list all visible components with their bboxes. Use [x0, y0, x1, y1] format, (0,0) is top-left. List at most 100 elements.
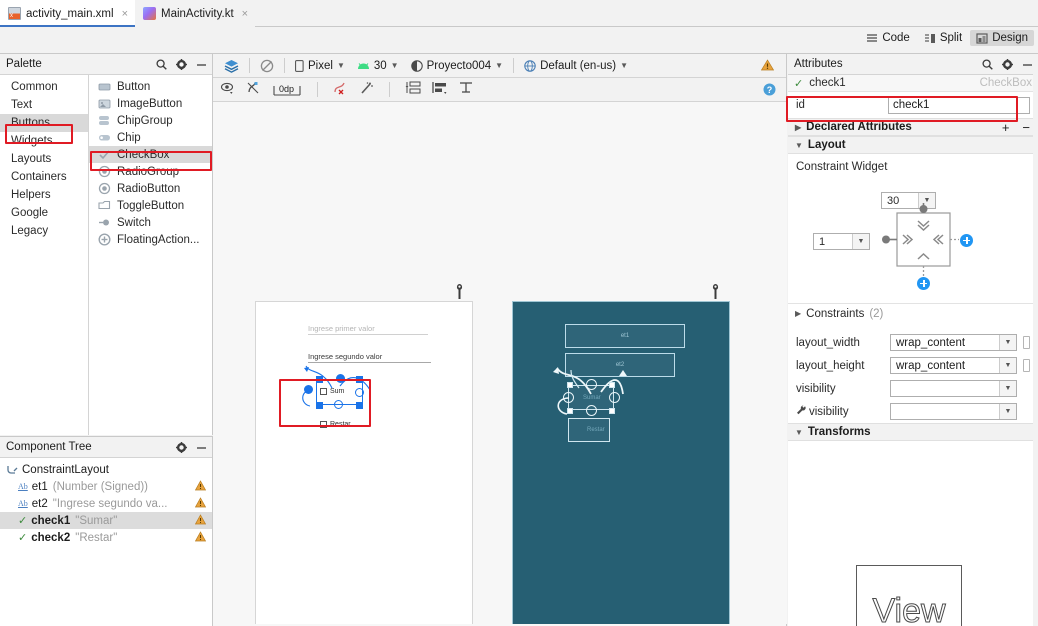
- tools-visibility-select[interactable]: ▼: [890, 403, 1017, 420]
- infer-constraints-icon[interactable]: [359, 81, 374, 98]
- warning-icon[interactable]: [760, 59, 775, 74]
- chevron-right-icon: ▶: [795, 122, 802, 132]
- autoconnect-off-icon[interactable]: [246, 81, 261, 98]
- guideline-icon[interactable]: [459, 81, 473, 98]
- start-margin-selector[interactable]: 1 ▼: [813, 233, 870, 250]
- blueprint-constraint-overlay: [553, 367, 627, 415]
- palette-item-switch[interactable]: Switch: [89, 214, 212, 231]
- blueprint-toggle-button[interactable]: [254, 55, 280, 77]
- add-end-constraint-icon[interactable]: [960, 234, 973, 247]
- gear-icon[interactable]: [176, 442, 187, 453]
- mode-code-button[interactable]: Code: [860, 30, 916, 46]
- category-label: Legacy: [11, 225, 49, 237]
- tab-activity-main-xml[interactable]: activity_main.xml ×: [0, 0, 135, 27]
- palette-item-togglebutton[interactable]: ToggleButton: [89, 197, 212, 214]
- palette-item-label: Switch: [117, 216, 151, 229]
- search-icon[interactable]: [156, 59, 167, 70]
- blueprint-handle[interactable]: [609, 382, 615, 388]
- device-dropdown[interactable]: Pixel ▼: [289, 55, 351, 77]
- divider: [284, 58, 285, 73]
- palette-category-widgets[interactable]: Widgets: [0, 132, 88, 150]
- gear-icon[interactable]: [176, 59, 187, 70]
- default-margin-control[interactable]: 0dp: [272, 82, 302, 97]
- palette-category-buttons[interactable]: Buttons: [0, 114, 88, 132]
- add-bottom-constraint-icon[interactable]: [917, 277, 930, 290]
- minimize-icon[interactable]: [196, 442, 207, 453]
- transforms-section-header[interactable]: ▼ Transforms: [788, 423, 1038, 441]
- palette-item-chip[interactable]: Chip: [89, 129, 212, 146]
- declared-attributes-section-header[interactable]: ▶ Declared Attributes + −: [788, 118, 1038, 136]
- mode-split-button[interactable]: Split: [918, 30, 968, 46]
- minimize-icon[interactable]: [196, 59, 207, 70]
- blueprint-handle[interactable]: [567, 408, 573, 414]
- blueprint-handle[interactable]: [586, 405, 597, 416]
- id-attribute-row: id check1: [788, 92, 1038, 118]
- api-dropdown[interactable]: 30 ▼: [351, 55, 405, 77]
- lock-icon[interactable]: [1023, 359, 1030, 372]
- help-icon[interactable]: ?: [763, 83, 776, 99]
- tree-item-check1[interactable]: ✓ check1 "Sumar": [0, 512, 212, 529]
- align-icon[interactable]: [432, 81, 448, 98]
- palette-item-radiobutton[interactable]: RadioButton: [89, 180, 212, 197]
- palette-item-label: Button: [117, 80, 151, 93]
- device-label: Pixel: [308, 59, 333, 72]
- blueprint-label: et1: [620, 333, 630, 339]
- blueprint-handle[interactable]: [586, 379, 597, 390]
- palette-item-chipgroup[interactable]: ChipGroup: [89, 112, 212, 129]
- layout-height-select[interactable]: wrap_content ▼: [890, 357, 1017, 374]
- blueprint-preview[interactable]: et1 et2 Sumar Restar: [512, 301, 730, 624]
- palette-category-google[interactable]: Google: [0, 204, 88, 222]
- palette-category-containers[interactable]: Containers: [0, 168, 88, 186]
- blueprint-handle[interactable]: [609, 408, 615, 414]
- tree-item-et2[interactable]: Ab et2 "Ingrese segundo va...: [0, 495, 212, 512]
- minus-icon[interactable]: −: [1022, 120, 1030, 135]
- render-preview[interactable]: Ingrese primer valor Ingrese segundo val…: [255, 301, 473, 624]
- blueprint-et1[interactable]: et1: [565, 324, 685, 348]
- switch-icon: [98, 216, 111, 229]
- checkbox-icon: ✓: [18, 532, 28, 544]
- tree-item-constraintlayout[interactable]: ConstraintLayout: [0, 461, 212, 478]
- palette-category-common[interactable]: Common: [0, 78, 88, 96]
- palette-item-checkbox[interactable]: CheckBox: [89, 146, 212, 163]
- close-icon[interactable]: ×: [122, 8, 128, 20]
- tree-item-et1[interactable]: Ab et1 (Number (Signed)): [0, 478, 212, 495]
- attribute-row-visibility: visibility ▼: [788, 377, 1038, 400]
- close-icon[interactable]: ×: [242, 8, 248, 20]
- palette-item-button[interactable]: Button: [89, 78, 212, 95]
- blueprint-handle[interactable]: [567, 382, 573, 388]
- palette-category-legacy[interactable]: Legacy: [0, 222, 88, 240]
- lock-icon[interactable]: [1023, 336, 1030, 349]
- gear-icon[interactable]: [1002, 59, 1013, 70]
- palette-category-text[interactable]: Text: [0, 96, 88, 114]
- palette-category-layouts[interactable]: Layouts: [0, 150, 88, 168]
- plus-icon[interactable]: +: [1002, 120, 1010, 135]
- selection-outline: [316, 379, 363, 405]
- minimize-icon[interactable]: [1022, 59, 1033, 70]
- show-constraints-icon[interactable]: [220, 81, 235, 98]
- attributes-scrollbar[interactable]: [1033, 54, 1038, 626]
- theme-dropdown[interactable]: Proyecto004 ▼: [405, 55, 510, 77]
- pack-icon[interactable]: [405, 81, 421, 98]
- design-canvas[interactable]: Ingrese primer valor Ingrese segundo val…: [213, 102, 787, 624]
- constraints-section-header[interactable]: ▶ Constraints (2): [788, 303, 1038, 323]
- blueprint-handle[interactable]: [563, 392, 574, 403]
- tab-main-activity-kt[interactable]: MainActivity.kt ×: [135, 0, 256, 27]
- layers-button[interactable]: [218, 55, 245, 77]
- palette-item-radiogroup[interactable]: RadioGroup: [89, 163, 212, 180]
- clear-constraints-icon[interactable]: [333, 81, 348, 98]
- blueprint-handle[interactable]: [609, 392, 620, 403]
- attributes-header-tools: [982, 54, 1033, 75]
- layout-width-select[interactable]: wrap_content ▼: [890, 334, 1017, 351]
- tree-item-check2[interactable]: ✓ check2 "Restar": [0, 529, 212, 546]
- selection-handle[interactable]: [304, 385, 313, 394]
- palette-item-imagebutton[interactable]: ImageButton: [89, 95, 212, 112]
- id-input[interactable]: check1: [888, 96, 1030, 114]
- palette-category-helpers[interactable]: Helpers: [0, 186, 88, 204]
- search-icon[interactable]: [982, 59, 993, 70]
- mode-design-button[interactable]: Design: [970, 30, 1034, 46]
- visibility-select[interactable]: ▼: [890, 380, 1017, 397]
- constraint-widget[interactable]: 30 ▼ 1 ▼: [788, 173, 1038, 303]
- locale-dropdown[interactable]: Default (en-us) ▼: [518, 55, 634, 77]
- palette-item-floatingactionbutton[interactable]: FloatingAction...: [89, 231, 212, 248]
- layout-section-header[interactable]: ▼ Layout: [788, 136, 1038, 154]
